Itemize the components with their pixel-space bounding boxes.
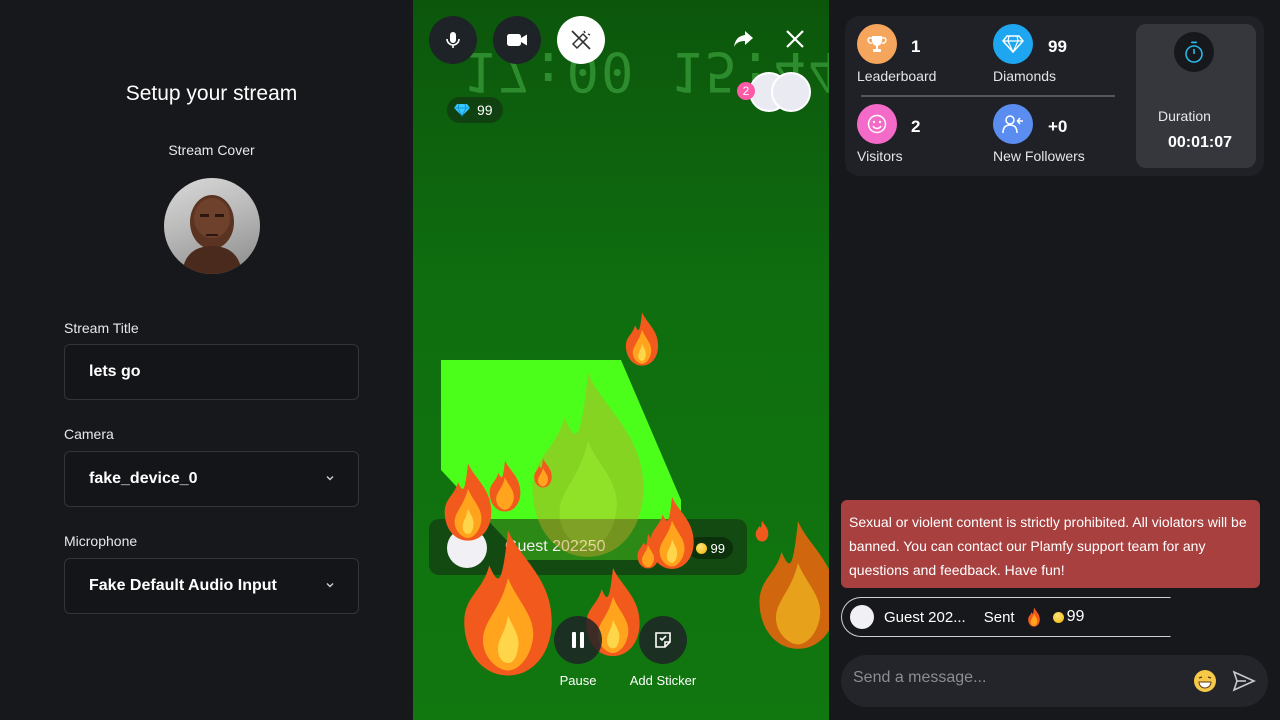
stats-chat-panel: 1 Leaderboard 99 Diamonds 2 Visitors +0 …: [829, 0, 1280, 720]
stream-cover-image[interactable]: [164, 178, 260, 274]
diamonds-label: Diamonds: [993, 68, 1057, 84]
gift-notification: Guest 202250 99: [429, 519, 747, 575]
chat-gift-amount: 99: [1066, 608, 1085, 625]
stream-title-input[interactable]: lets go: [64, 344, 359, 400]
viewer-avatars[interactable]: 2: [737, 72, 811, 114]
new-followers-label: New Followers: [993, 148, 1085, 164]
share-icon[interactable]: [733, 28, 755, 50]
microphone-value: Fake Default Audio Input: [89, 577, 277, 594]
visitors-label: Visitors: [857, 148, 903, 164]
send-icon[interactable]: [1232, 669, 1256, 693]
new-followers-count: +0: [1048, 117, 1068, 136]
diamond-icon: [993, 24, 1033, 64]
add-sticker-label: Add Sticker: [629, 673, 697, 688]
user-add-icon: [993, 104, 1033, 144]
leaderboard-label[interactable]: Leaderboard: [857, 68, 936, 84]
avatar: [447, 528, 487, 568]
chevron-down-icon: [326, 583, 334, 588]
pause-label: Pause: [559, 673, 597, 688]
viewer-count-badge: 2: [737, 82, 755, 100]
stream-title-value[interactable]: lets go: [89, 363, 141, 381]
emoji-icon[interactable]: [1193, 669, 1217, 693]
close-icon[interactable]: [785, 29, 805, 49]
microphone-icon: [446, 32, 460, 48]
sticker-icon: [655, 632, 671, 648]
message-composer: [841, 655, 1268, 707]
smile-icon: [857, 104, 897, 144]
diamond-counter: 99: [447, 97, 503, 123]
trophy-icon: [857, 24, 897, 64]
diamonds-count: 99: [1048, 37, 1067, 56]
microphone-label: Microphone: [64, 533, 138, 549]
magic-off-icon: [571, 30, 591, 50]
microphone-button[interactable]: [429, 16, 477, 64]
gift-coin-badge: 99: [687, 537, 733, 559]
chat-gift-user: Guest 202...: [884, 608, 966, 626]
setup-panel: Setup your stream Stream Cover Stream Ti…: [0, 0, 413, 720]
coin-icon: [1052, 611, 1064, 623]
leaderboard-count: 1: [911, 37, 921, 56]
camera-select[interactable]: fake_device_0: [64, 451, 359, 507]
message-input[interactable]: [853, 669, 1173, 687]
fire-icon: [1027, 607, 1040, 627]
effects-off-button[interactable]: [557, 16, 605, 64]
microphone-select[interactable]: Fake Default Audio Input: [64, 558, 359, 614]
duration-card: Duration 00:01:07: [1136, 24, 1256, 168]
stream-preview: 17:00 15:44 99 2 Guest 202250 99 Pause A…: [413, 0, 829, 720]
camera-value: fake_device_0: [89, 470, 198, 487]
app-root: Setup your stream Stream Cover Stream Ti…: [0, 0, 1280, 720]
add-sticker-button[interactable]: [639, 616, 687, 664]
duration-label: Duration: [1158, 108, 1211, 124]
stopwatch-icon: [1174, 32, 1214, 72]
stream-stats-card: 1 Leaderboard 99 Diamonds 2 Visitors +0 …: [845, 16, 1264, 176]
pause-icon: [572, 632, 584, 648]
chat-gift-sent: Sent: [983, 608, 1015, 626]
visitors-count: 2: [911, 117, 921, 136]
chat-gift-message: Guest 202... Sent 99: [841, 597, 1171, 637]
pause-button[interactable]: [554, 616, 602, 664]
community-rules-message: Sexual or violent content is strictly pr…: [841, 500, 1260, 588]
camera-button[interactable]: [493, 16, 541, 64]
stream-cover-label: Stream Cover: [168, 142, 255, 158]
video-camera-icon: [507, 34, 527, 46]
diamond-count: 99: [477, 102, 493, 118]
stream-title-label: Stream Title: [64, 320, 139, 336]
diamond-icon: [454, 103, 470, 117]
chevron-down-icon: [326, 476, 334, 481]
stats-divider: [861, 95, 1115, 97]
duration-value: 00:01:07: [1168, 134, 1233, 151]
camera-label: Camera: [64, 426, 114, 442]
gift-user-name: Guest 202250: [505, 538, 606, 555]
setup-title: Setup your stream: [125, 82, 298, 105]
avatar: [850, 605, 874, 629]
coin-icon: [695, 542, 707, 554]
